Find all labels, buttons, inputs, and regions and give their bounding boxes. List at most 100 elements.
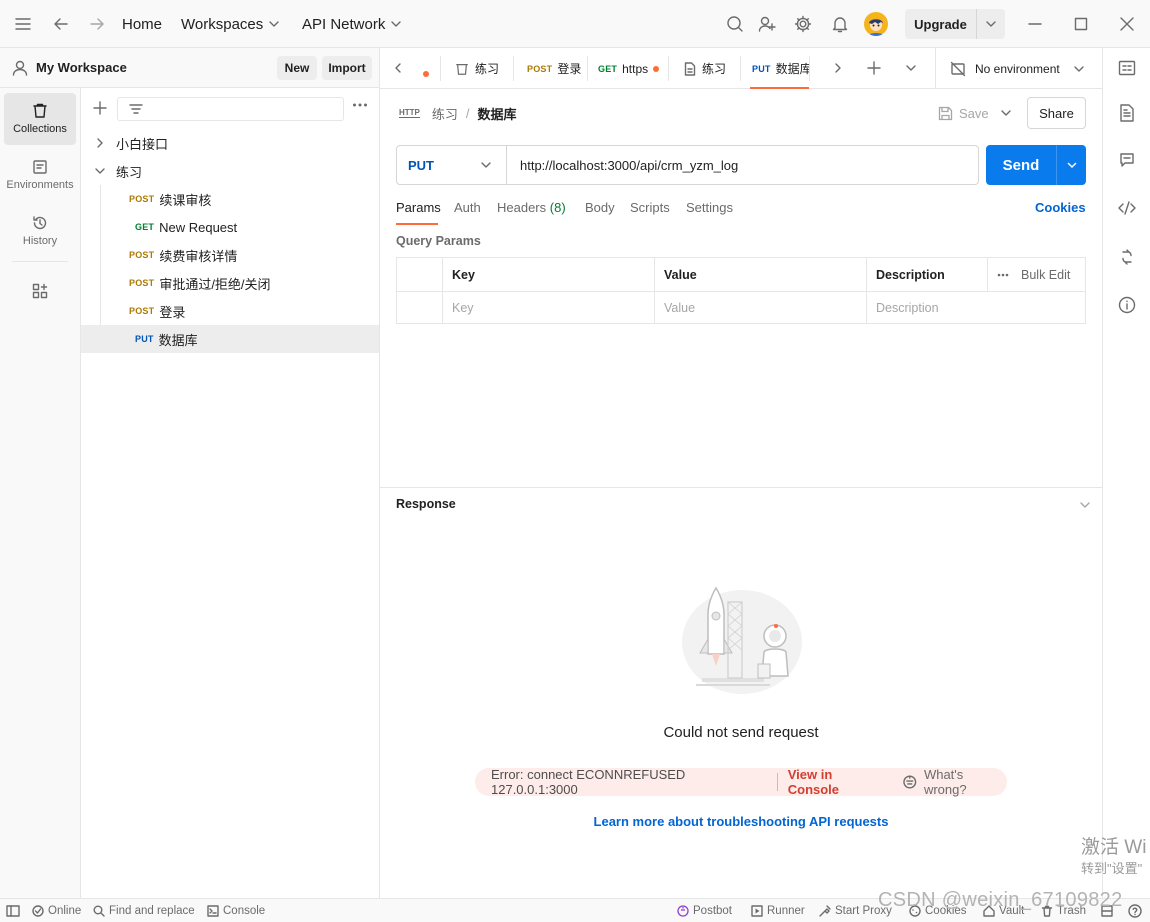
chevron-down-icon[interactable] [906,63,916,73]
error-text: Error: connect ECONNREFUSED 127.0.0.1:30… [491,767,686,797]
tab-headers[interactable]: Headers (8) [497,200,566,220]
view-in-console-link[interactable]: View in Console [788,767,885,797]
tab-settings[interactable]: Settings [686,200,733,220]
url-bar: PUT http://localhost:3000/api/crm_yzm_lo… [396,145,979,185]
upgrade-label: Upgrade [905,9,977,39]
chevron-down-icon[interactable] [1001,108,1011,118]
invite-user-icon[interactable] [758,15,776,33]
more-options-icon [997,273,1009,276]
rail-environments[interactable]: Environments [4,149,76,201]
response-pane: Response Could not send request [380,487,1102,898]
add-icon[interactable] [93,101,107,115]
folder-item[interactable]: 练习 [81,157,379,185]
share-button[interactable]: Share [1027,97,1086,129]
upgrade-button[interactable]: Upgrade [905,9,1005,39]
active-tab-indicator [750,87,809,89]
tab-request-active[interactable]: PUT 数据库 [741,48,809,89]
rail-history[interactable]: History [4,205,76,257]
maximize-window-icon[interactable] [1073,16,1089,32]
checkbox-column [397,258,442,291]
proxy-icon [819,905,831,917]
environment-quicklook-icon[interactable] [1118,60,1136,76]
headers-count: (8) [549,200,566,215]
menu-icon[interactable] [14,16,32,32]
search-icon[interactable] [726,15,744,33]
close-window-icon[interactable] [1118,15,1136,33]
workspace-name[interactable]: My Workspace [36,60,127,75]
rail-environments-label: Environments [6,179,74,191]
request-item[interactable]: POST 续课审核 [81,185,379,213]
more-options-icon[interactable] [352,102,368,108]
filter-input[interactable] [117,97,344,121]
cookies-link[interactable]: Cookies [1035,200,1086,220]
notification-bell-icon[interactable] [831,15,849,33]
tab-body[interactable]: Body [585,200,615,220]
chevron-down-icon[interactable] [977,9,1005,39]
toggle-sidebar-icon[interactable] [6,899,20,922]
send-button[interactable]: Send [986,145,1086,185]
new-button[interactable]: New [277,56,317,80]
chevron-left-icon[interactable] [392,62,404,74]
tab-auth[interactable]: Auth [454,200,481,220]
online-label: Online [48,905,82,917]
request-item[interactable]: POST 审批通过/拒绝/关闭 [81,269,379,297]
online-status[interactable]: Online [32,899,81,922]
tab-params[interactable]: Params [396,200,441,220]
folder-name: 练习 [116,164,143,180]
settings-gear-icon[interactable] [794,15,812,33]
key-input[interactable]: Key [442,291,654,324]
postbot-label: Postbot [693,905,732,917]
rail-collections[interactable]: Collections [4,93,76,145]
related-collections-icon[interactable] [1119,249,1135,265]
save-button[interactable]: Save [938,104,989,122]
tab-divider [668,56,669,81]
workspace-header: My Workspace New Import [0,48,380,88]
console-button[interactable]: Console [207,899,265,922]
home-link[interactable]: Home [122,0,162,48]
tab-collection[interactable]: 练习 [455,48,499,89]
breadcrumb-current[interactable]: 数据库 [478,104,517,123]
tab-request[interactable]: POST 登录 [527,48,581,89]
chevron-down-icon[interactable] [1080,500,1090,510]
bulk-edit-button[interactable]: Bulk Edit [988,258,1086,291]
comments-icon[interactable] [1119,152,1135,168]
help-icon[interactable] [1128,899,1142,922]
request-item-selected[interactable]: PUT 数据库 [81,325,379,353]
tab-document[interactable]: 练习 [684,48,726,89]
folder-item[interactable]: 小白接口 [81,129,379,157]
breadcrumb-parent[interactable]: 练习 [432,104,458,123]
request-item[interactable]: GET New Request [81,213,379,241]
whats-wrong-button[interactable]: What's wrong? [902,767,1007,797]
environment-selector[interactable]: No environment [935,48,1102,89]
forward-arrow-icon[interactable] [88,15,106,33]
console-icon [207,905,219,917]
api-network-menu[interactable]: API Network [302,0,402,48]
configure-sidebar-icon[interactable] [32,283,48,299]
description-input[interactable]: Description [866,291,1086,324]
find-replace-button[interactable]: Find and replace [93,899,195,922]
code-icon[interactable] [1118,200,1136,216]
tab-scripts[interactable]: Scripts [630,200,670,220]
chevron-down-icon[interactable] [1056,145,1086,185]
documentation-icon[interactable] [1119,104,1135,122]
method-badge: POST [129,306,155,316]
request-item[interactable]: POST 续费审核详情 [81,241,379,269]
import-button[interactable]: Import [322,56,372,80]
back-arrow-icon[interactable] [52,15,70,33]
method-badge: POST [527,63,553,74]
info-icon[interactable] [1118,296,1136,314]
workspaces-menu[interactable]: Workspaces [181,0,279,48]
value-input[interactable]: Value [654,291,866,324]
url-input[interactable]: http://localhost:3000/api/crm_yzm_log [507,146,978,184]
postbot-button[interactable]: Postbot [677,899,732,922]
troubleshooting-link[interactable]: Learn more about troubleshooting API req… [380,814,1102,829]
method-selector[interactable]: PUT [397,146,507,184]
chevron-right-icon[interactable] [832,62,844,74]
folder-name: 小白接口 [116,136,169,152]
tab-request[interactable]: GET https [598,48,660,89]
avatar[interactable] [864,12,888,36]
request-item[interactable]: POST 登录 [81,297,379,325]
minimize-window-icon[interactable] [1027,16,1043,32]
runner-button[interactable]: Runner [751,899,805,922]
add-tab-icon[interactable] [867,61,881,75]
